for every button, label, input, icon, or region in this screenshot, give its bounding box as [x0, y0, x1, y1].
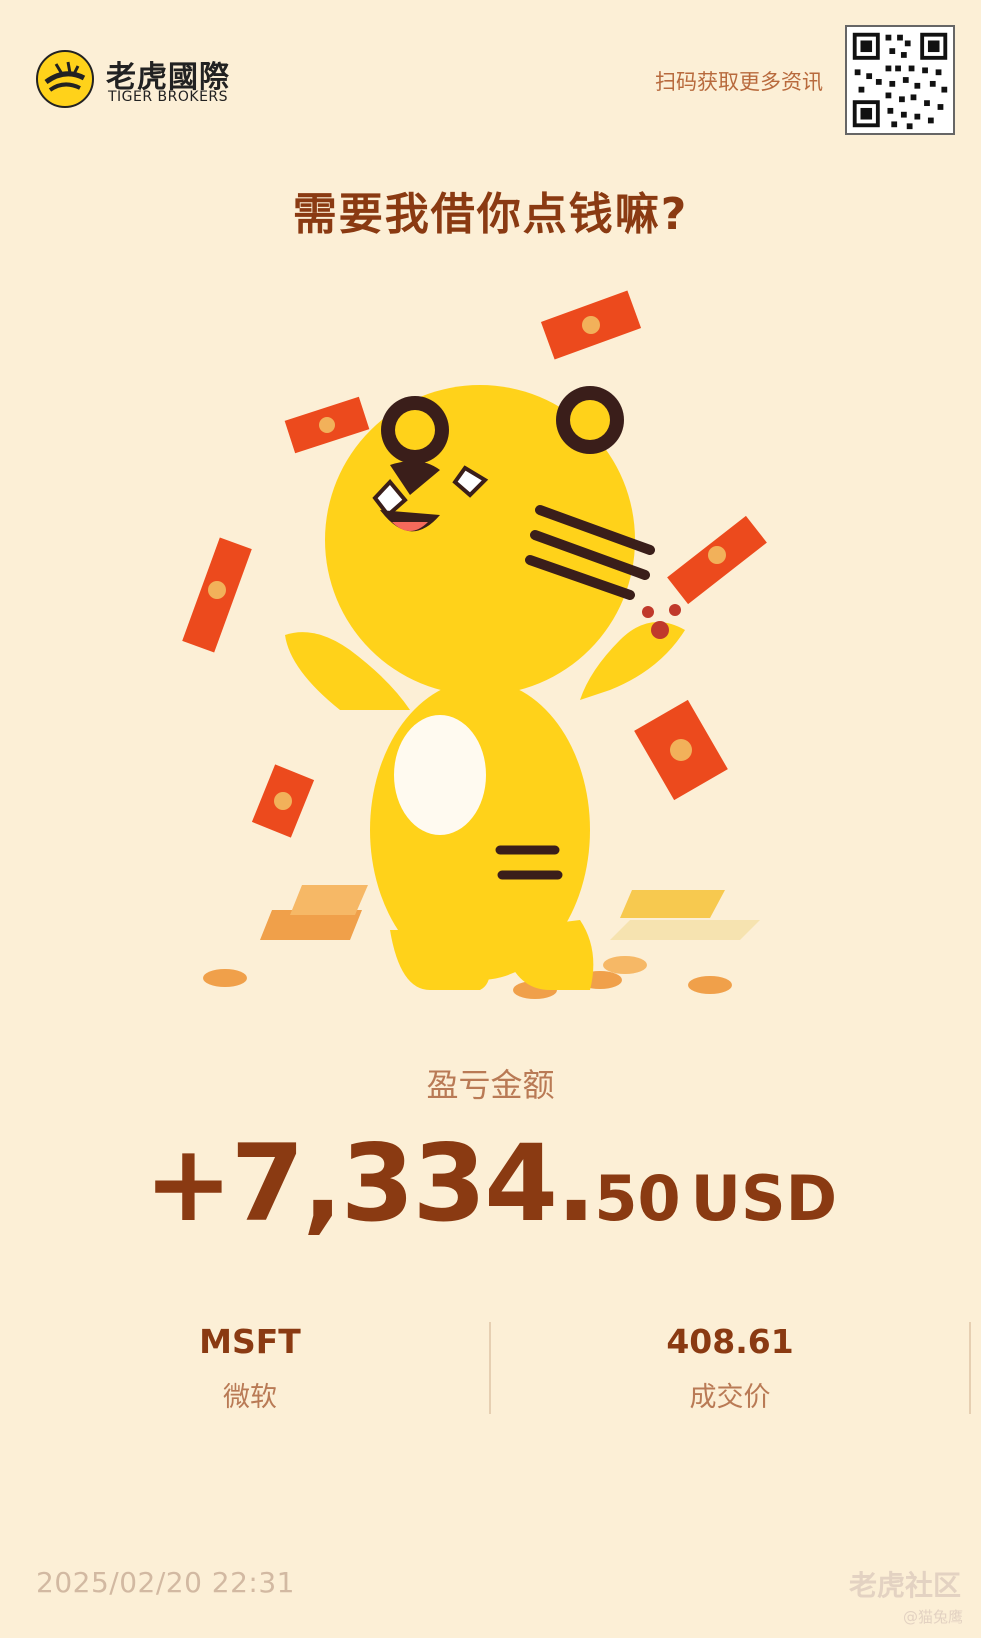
timestamp: 2025/02/20 22:31	[36, 1566, 295, 1599]
stock-symbol: MSFT	[199, 1322, 301, 1361]
trade-price: 408.61	[666, 1322, 794, 1361]
red-packet-icon	[182, 537, 252, 653]
stock-name: 微软	[223, 1382, 277, 1413]
pnl-decimal: 50	[594, 1162, 681, 1235]
tiger-logo-icon	[36, 50, 94, 108]
scan-prompt: 扫码获取更多资讯	[655, 70, 823, 94]
red-packet-icon	[284, 396, 370, 454]
red-packet-icon	[634, 699, 728, 801]
header: 老虎國際 TIGER BROKERS 扫码获取更多资讯	[0, 0, 981, 150]
right-divider	[969, 1322, 971, 1414]
watermark: 老虎社区	[848, 1569, 961, 1602]
tiger-mascot-illustration	[182, 290, 767, 999]
pnl-label: 盈亏金额	[426, 1066, 555, 1104]
headline: 需要我借你点钱嘛?	[292, 189, 689, 240]
trade-price-info: 408.61 成交价	[530, 1322, 930, 1414]
pnl-integer: +7,334.	[143, 1122, 596, 1245]
pnl-currency: USD	[690, 1162, 838, 1235]
pnl-amount: +7,334.50 USD	[0, 1122, 981, 1245]
stock-info: MSFT 微软	[50, 1322, 450, 1414]
red-packet-icon	[667, 515, 767, 605]
qr-code-icon[interactable]	[845, 25, 955, 135]
brand-name-en: TIGER BROKERS	[108, 89, 229, 105]
trade-price-label: 成交价	[689, 1382, 771, 1413]
red-packet-icon	[540, 290, 642, 360]
watermark-user: @猫兔鹰	[902, 1608, 963, 1626]
red-packet-icon	[251, 764, 315, 838]
column-divider	[489, 1322, 491, 1414]
